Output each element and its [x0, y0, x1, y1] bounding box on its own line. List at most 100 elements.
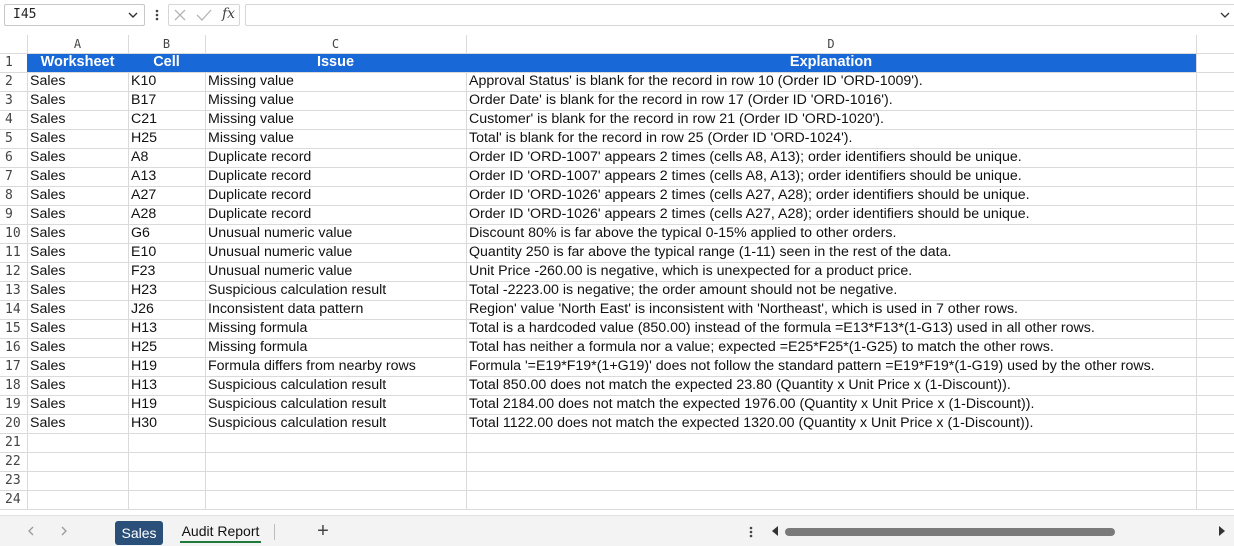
- insert-function-icon[interactable]: fx: [222, 6, 235, 22]
- table-cell[interactable]: A27: [128, 186, 205, 205]
- row-header[interactable]: 5: [0, 129, 27, 148]
- horizontal-scrollbar[interactable]: [785, 528, 1115, 536]
- row-header[interactable]: 13: [0, 281, 27, 300]
- table-cell[interactable]: Sales: [27, 167, 128, 186]
- table-cell[interactable]: E10: [128, 243, 205, 262]
- table-cell[interactable]: Sales: [27, 357, 128, 376]
- row-header[interactable]: 22: [0, 452, 27, 471]
- column-header[interactable]: B: [128, 35, 205, 53]
- row-header[interactable]: 18: [0, 376, 27, 395]
- table-cell[interactable]: Order ID 'ORD-1007' appears 2 times (cel…: [466, 167, 1196, 186]
- table-cell[interactable]: Quantity 250 is far above the typical ra…: [466, 243, 1196, 262]
- table-cell[interactable]: Sales: [27, 224, 128, 243]
- row-header[interactable]: 10: [0, 224, 27, 243]
- confirm-check-icon[interactable]: [196, 8, 212, 22]
- expand-formula-icon[interactable]: [1219, 9, 1231, 21]
- table-cell[interactable]: Sales: [27, 110, 128, 129]
- table-cell[interactable]: A28: [128, 205, 205, 224]
- table-cell[interactable]: Total has neither a formula nor a value;…: [466, 338, 1196, 357]
- table-cell[interactable]: Total is a hardcoded value (850.00) inst…: [466, 319, 1196, 338]
- more-options-icon[interactable]: [748, 524, 754, 540]
- table-cell[interactable]: Sales: [27, 262, 128, 281]
- table-cell[interactable]: Missing value: [205, 91, 466, 110]
- table-cell[interactable]: H30: [128, 414, 205, 433]
- table-cell[interactable]: Customer' is blank for the record in row…: [466, 110, 1196, 129]
- table-cell[interactable]: Total' is blank for the record in row 25…: [466, 129, 1196, 148]
- table-cell[interactable]: H13: [128, 319, 205, 338]
- row-header[interactable]: 3: [0, 91, 27, 110]
- table-cell[interactable]: Unit Price -260.00 is negative, which is…: [466, 262, 1196, 281]
- table-cell[interactable]: Sales: [27, 338, 128, 357]
- sheet-tab-sales[interactable]: Sales: [115, 521, 163, 545]
- table-cell[interactable]: Sales: [27, 395, 128, 414]
- table-cell[interactable]: H23: [128, 281, 205, 300]
- add-sheet-button[interactable]: +: [314, 521, 332, 541]
- table-cell[interactable]: B17: [128, 91, 205, 110]
- row-header[interactable]: 24: [0, 490, 27, 509]
- row-header[interactable]: 6: [0, 148, 27, 167]
- table-cell[interactable]: Duplicate record: [205, 148, 466, 167]
- table-cell[interactable]: Suspicious calculation result: [205, 376, 466, 395]
- table-cell[interactable]: H19: [128, 357, 205, 376]
- table-cell[interactable]: Inconsistent data pattern: [205, 300, 466, 319]
- scroll-left-icon[interactable]: [770, 525, 780, 537]
- row-header[interactable]: 11: [0, 243, 27, 262]
- table-cell[interactable]: Total 2184.00 does not match the expecte…: [466, 395, 1196, 414]
- table-cell[interactable]: Sales: [27, 281, 128, 300]
- column-header[interactable]: D: [466, 35, 1196, 53]
- chevron-down-icon[interactable]: [126, 8, 140, 22]
- table-cell[interactable]: Sales: [27, 129, 128, 148]
- table-cell[interactable]: Missing formula: [205, 319, 466, 338]
- table-cell[interactable]: Sales: [27, 91, 128, 110]
- table-cell[interactable]: Total -2223.00 is negative; the order am…: [466, 281, 1196, 300]
- row-header[interactable]: 19: [0, 395, 27, 414]
- table-cell[interactable]: C21: [128, 110, 205, 129]
- table-cell[interactable]: Total 850.00 does not match the expected…: [466, 376, 1196, 395]
- row-header[interactable]: 4: [0, 110, 27, 129]
- table-cell[interactable]: J26: [128, 300, 205, 319]
- table-cell[interactable]: A8: [128, 148, 205, 167]
- select-all-corner[interactable]: [0, 35, 27, 53]
- table-cell[interactable]: Order ID 'ORD-1026' appears 2 times (cel…: [466, 186, 1196, 205]
- table-cell[interactable]: H19: [128, 395, 205, 414]
- table-cell[interactable]: H13: [128, 376, 205, 395]
- table-cell[interactable]: Sales: [27, 414, 128, 433]
- row-header[interactable]: 8: [0, 186, 27, 205]
- table-cell[interactable]: Formula '=E19*F19*(1+G19)' does not foll…: [466, 357, 1196, 376]
- name-box[interactable]: I45: [4, 4, 145, 26]
- header-cell[interactable]: Worksheet: [27, 53, 128, 72]
- chevron-right-icon[interactable]: [58, 525, 70, 537]
- table-cell[interactable]: Duplicate record: [205, 205, 466, 224]
- table-cell[interactable]: Sales: [27, 205, 128, 224]
- header-cell[interactable]: Explanation: [466, 53, 1196, 72]
- row-header[interactable]: 14: [0, 300, 27, 319]
- table-cell[interactable]: Total 1122.00 does not match the expecte…: [466, 414, 1196, 433]
- table-cell[interactable]: Sales: [27, 148, 128, 167]
- row-header[interactable]: 21: [0, 433, 27, 452]
- table-cell[interactable]: A13: [128, 167, 205, 186]
- formula-input[interactable]: [245, 4, 1234, 26]
- table-cell[interactable]: K10: [128, 72, 205, 91]
- chevron-left-icon[interactable]: [25, 525, 37, 537]
- row-header[interactable]: 23: [0, 471, 27, 490]
- table-cell[interactable]: Order Date' is blank for the record in r…: [466, 91, 1196, 110]
- table-cell[interactable]: H25: [128, 338, 205, 357]
- table-cell[interactable]: Missing value: [205, 72, 466, 91]
- spreadsheet-grid[interactable]: A B C D 1 Worksheet Cell Issue Explanation 2 Sales…: [0, 35, 1234, 515]
- table-cell[interactable]: Suspicious calculation result: [205, 281, 466, 300]
- table-cell[interactable]: Approval Status' is blank for the record…: [466, 72, 1196, 91]
- table-cell[interactable]: Sales: [27, 72, 128, 91]
- table-cell[interactable]: Duplicate record: [205, 167, 466, 186]
- table-cell[interactable]: Sales: [27, 243, 128, 262]
- table-cell[interactable]: Unusual numeric value: [205, 262, 466, 281]
- header-cell[interactable]: Issue: [205, 53, 466, 72]
- table-cell[interactable]: Sales: [27, 376, 128, 395]
- row-header[interactable]: 9: [0, 205, 27, 224]
- scroll-right-icon[interactable]: [1217, 525, 1227, 537]
- row-header[interactable]: 15: [0, 319, 27, 338]
- table-cell[interactable]: Region' value 'North East' is inconsiste…: [466, 300, 1196, 319]
- table-cell[interactable]: Missing value: [205, 110, 466, 129]
- table-cell[interactable]: Sales: [27, 319, 128, 338]
- table-cell[interactable]: Missing formula: [205, 338, 466, 357]
- table-cell[interactable]: Order ID 'ORD-1026' appears 2 times (cel…: [466, 205, 1196, 224]
